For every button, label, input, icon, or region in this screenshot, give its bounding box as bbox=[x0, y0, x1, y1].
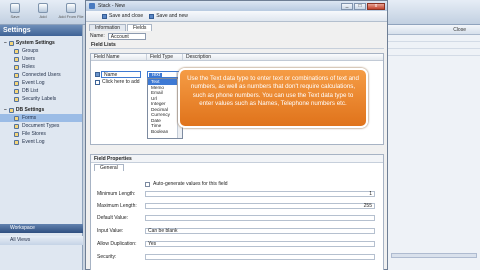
collapse-icon[interactable]: − bbox=[4, 39, 7, 47]
background-list-panel: Close bbox=[388, 25, 480, 270]
ribbon-save-button[interactable]: Save bbox=[2, 1, 28, 23]
sidebar-group-db-settings[interactable]: − DB Settings bbox=[0, 106, 82, 114]
event-log-icon bbox=[14, 80, 19, 86]
field-list-title: Field Lists bbox=[89, 41, 384, 49]
name-label: Name: bbox=[90, 33, 105, 39]
connected-users-icon bbox=[14, 72, 19, 78]
field-properties-title: Field Properties bbox=[91, 155, 383, 163]
input-value-select[interactable]: Can be blank bbox=[145, 228, 375, 234]
column-field-type[interactable]: Field Type bbox=[147, 54, 183, 60]
users-icon bbox=[14, 56, 19, 62]
workspace-button[interactable]: Workspace bbox=[0, 224, 83, 233]
tab-general[interactable]: General bbox=[94, 164, 124, 171]
minimize-button[interactable]: _ bbox=[341, 2, 353, 10]
auto-generate-label: Auto-generate values for this field bbox=[153, 181, 228, 187]
document-types-icon bbox=[14, 123, 19, 129]
sidebar: Settings − System Settings Groups Users … bbox=[0, 25, 83, 270]
allow-duplication-label: Allow Duplication: bbox=[97, 241, 137, 247]
sidebar-item-users[interactable]: Users bbox=[0, 55, 82, 63]
sidebar-title: Settings bbox=[0, 25, 82, 36]
sidebar-item-file-stores[interactable]: File Stores bbox=[0, 130, 82, 138]
security-label: Security: bbox=[97, 254, 117, 260]
name-field[interactable]: Account bbox=[107, 32, 146, 40]
collapse-icon[interactable]: − bbox=[4, 106, 7, 114]
dialog-tabs: Information Fields bbox=[86, 23, 387, 31]
sidebar-item-document-types[interactable]: Document Types bbox=[0, 122, 82, 130]
default-value-label: Default Value: bbox=[97, 215, 129, 221]
default-value-input[interactable] bbox=[145, 215, 375, 221]
maximum-length-input[interactable]: 255 bbox=[145, 203, 375, 209]
db-list-icon bbox=[14, 88, 19, 94]
minimum-length-label: Minimum Length: bbox=[97, 191, 136, 197]
event-log-icon bbox=[14, 139, 19, 145]
new-row-icon bbox=[95, 80, 100, 85]
sidebar-item-event-log[interactable]: Event Log bbox=[0, 79, 82, 87]
security-label-icon bbox=[14, 96, 19, 102]
auto-generate-checkbox[interactable] bbox=[145, 182, 150, 187]
close-window-button[interactable]: x bbox=[367, 2, 385, 10]
click-here-to-add[interactable]: Click here to add bbox=[102, 79, 140, 86]
column-description[interactable]: Description bbox=[183, 54, 383, 60]
allow-duplication-select[interactable]: Yes bbox=[145, 241, 375, 247]
field-name-input[interactable]: Name bbox=[101, 71, 141, 78]
maximize-button[interactable]: □ bbox=[354, 2, 366, 10]
sidebar-item-connected-users[interactable]: Connected Users bbox=[0, 71, 82, 79]
sidebar-item-security-labels[interactable]: Security Labels bbox=[0, 95, 82, 103]
dialog-toolbar: Save and close Save and new bbox=[86, 11, 387, 22]
sidebar-item-roles[interactable]: Roles bbox=[0, 63, 82, 71]
app-icon bbox=[89, 3, 95, 9]
horizontal-scrollbar[interactable] bbox=[391, 253, 477, 258]
ribbon-add-from-file-button[interactable]: Add From File bbox=[58, 1, 84, 23]
forms-icon bbox=[14, 115, 19, 121]
save-new-icon bbox=[149, 13, 155, 19]
save-and-new-button[interactable]: Save and new bbox=[149, 13, 188, 19]
groups-icon bbox=[14, 48, 19, 54]
file-stores-icon bbox=[14, 131, 19, 137]
sidebar-item-groups[interactable]: Groups bbox=[0, 47, 82, 55]
stack-dialog: Stack - New _ □ x Save and close Save an… bbox=[85, 0, 388, 270]
minimum-length-input[interactable]: 1 bbox=[145, 191, 375, 197]
dialog-title: Stack - New bbox=[98, 3, 125, 9]
save-and-close-button[interactable]: Save and close bbox=[102, 13, 143, 19]
input-value-label: Input Value: bbox=[97, 228, 124, 234]
field-properties-panel: Field Properties General Auto-generate v… bbox=[90, 154, 384, 270]
row-indicator-icon bbox=[95, 72, 100, 77]
database-icon bbox=[8, 107, 14, 113]
add-icon bbox=[38, 3, 48, 13]
sidebar-group-system-settings[interactable]: − System Settings bbox=[0, 39, 82, 47]
save-icon bbox=[102, 13, 107, 19]
save-icon bbox=[10, 3, 20, 13]
roles-icon bbox=[14, 64, 19, 70]
dialog-titlebar: Stack - New _ □ x bbox=[86, 1, 387, 11]
settings-icon bbox=[8, 40, 14, 46]
table-row-add[interactable]: Click here to add bbox=[91, 79, 140, 86]
file-icon bbox=[66, 3, 76, 13]
maximum-length-label: Maximum Length: bbox=[97, 203, 137, 209]
security-select[interactable] bbox=[145, 254, 375, 260]
ribbon-add-button[interactable]: Add bbox=[30, 1, 56, 23]
column-field-name[interactable]: Field Name bbox=[91, 54, 147, 60]
field-type-tooltip: Use the Text data type to enter text or … bbox=[178, 68, 368, 128]
close-button[interactable]: Close bbox=[388, 25, 480, 35]
tab-fields[interactable]: Fields bbox=[127, 24, 153, 31]
all-views-button[interactable]: All Views bbox=[0, 236, 83, 245]
tab-information[interactable]: Information bbox=[89, 24, 127, 31]
sidebar-item-db-event-log[interactable]: Event Log bbox=[0, 138, 82, 146]
sidebar-item-forms[interactable]: Forms bbox=[0, 114, 82, 122]
sidebar-item-db-list[interactable]: DB List bbox=[0, 87, 82, 95]
